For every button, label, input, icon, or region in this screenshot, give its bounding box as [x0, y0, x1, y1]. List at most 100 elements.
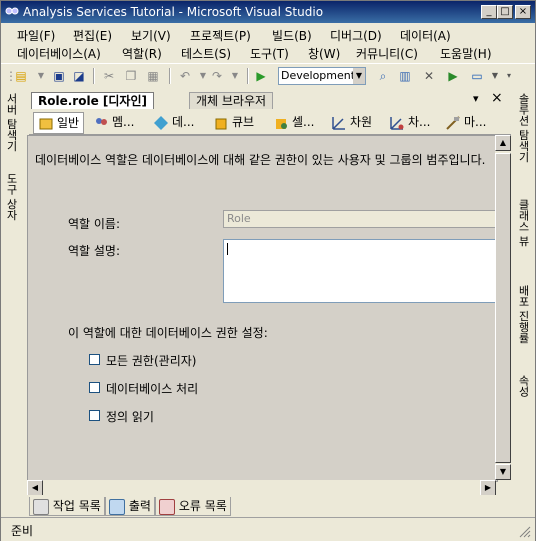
menu-bar: 파일(F) 편집(E) 보기(V) 프로젝트(P) 빌드(B) 디버그(D) 데…: [1, 23, 535, 63]
tab-general-label: 일반: [57, 116, 80, 130]
minimize-button[interactable]: _: [481, 5, 497, 19]
deployment-progress-tab[interactable]: 배포 진행률: [515, 285, 531, 344]
tab-dimensions-label: 차원: [350, 115, 373, 129]
tab-mining-structures[interactable]: 마...: [445, 112, 486, 132]
menu-project[interactable]: 프로젝트(P): [190, 27, 251, 44]
role-designer-tabs: 일반 멤... 데... 큐브 셀... 차원 차... 마...: [29, 110, 511, 135]
close-button[interactable]: ×: [515, 5, 531, 19]
full-control-checkbox[interactable]: [89, 354, 100, 365]
tab-task-list[interactable]: 작업 목록: [29, 497, 105, 516]
redo-dropdown-icon[interactable]: ▼: [227, 68, 243, 84]
full-control-label: 모든 권한(관리자): [106, 354, 197, 368]
properties-label: 속성: [517, 375, 530, 397]
tab-data-sources[interactable]: 데...: [153, 112, 194, 132]
command-window-icon[interactable]: ▭: [469, 68, 485, 84]
role-name-label: 역할 이름:: [68, 217, 121, 231]
scroll-left-icon[interactable]: ◀: [27, 480, 43, 496]
toolbox-tab[interactable]: 도구 상자: [3, 173, 19, 221]
configuration-value: Development: [281, 69, 356, 82]
read-definition-checkbox[interactable]: [89, 410, 100, 421]
data-source-icon: [153, 115, 169, 131]
horizontal-scrollbar[interactable]: ◀ ▶: [27, 480, 496, 496]
menu-build[interactable]: 빌드(B): [272, 27, 312, 44]
tab-cell-data[interactable]: 셀...: [273, 112, 314, 132]
server-explorer-tab[interactable]: 서버 탐색기: [3, 93, 19, 152]
menu-data[interactable]: 데이터(A): [400, 27, 451, 44]
title-bar[interactable]: Analysis Services Tutorial - Microsoft V…: [1, 1, 535, 23]
vertical-scrollbar[interactable]: ▲ ▼: [495, 135, 511, 480]
menu-test[interactable]: 테스트(S): [181, 45, 231, 62]
task-list-label: 작업 목록: [52, 499, 101, 513]
tab-dimension-data-label: 차...: [408, 115, 431, 129]
role-description-text: 데이터베이스 역할은 데이터베이스에 대해 같은 권한이 있는 사용자 및 그룹…: [35, 153, 486, 167]
toolbox-label: 도구 상자: [5, 173, 18, 221]
dimension-data-icon: [389, 115, 405, 131]
active-files-dropdown-icon[interactable]: ▾: [473, 92, 479, 105]
menu-window[interactable]: 창(W): [308, 45, 340, 62]
tab-object-browser[interactable]: 개체 브라우저: [189, 92, 274, 109]
solution-explorer-icon[interactable]: ▥: [397, 68, 413, 84]
find-in-files-icon[interactable]: ⌕: [375, 68, 391, 84]
general-icon: [38, 116, 54, 132]
error-list-icon: [159, 498, 175, 515]
scroll-up-icon[interactable]: ▲: [495, 135, 511, 151]
save-all-icon[interactable]: ◪: [71, 68, 87, 84]
resize-grip-icon[interactable]: [519, 526, 531, 538]
solution-explorer-tab[interactable]: 솔루션 탐색기: [515, 93, 531, 163]
menu-edit[interactable]: 편집(E): [73, 27, 112, 44]
tab-cubes[interactable]: 큐브: [213, 112, 254, 132]
scroll-down-icon[interactable]: ▼: [495, 464, 511, 480]
save-icon[interactable]: ▣: [51, 68, 67, 84]
tab-output[interactable]: 출력: [105, 497, 155, 516]
tab-general[interactable]: 일반: [33, 112, 85, 134]
class-view-tab[interactable]: 클래스 뷰: [515, 199, 531, 247]
vertical-scroll-thumb[interactable]: [495, 153, 511, 463]
cell-data-icon: [273, 115, 289, 131]
menu-help[interactable]: 도움말(H): [440, 45, 492, 62]
copy-icon[interactable]: ❐: [123, 68, 139, 84]
server-explorer-label: 서버 탐색기: [5, 93, 18, 152]
right-tool-strip: 솔루션 탐색기 클래스 뷰 배포 진행률 속성: [513, 89, 533, 429]
paste-icon[interactable]: ▦: [145, 68, 161, 84]
role-description-field[interactable]: [223, 239, 497, 303]
redo-icon[interactable]: ↷: [209, 68, 225, 84]
tab-role-design[interactable]: Role.role [디자인]: [31, 92, 154, 109]
toolbar-separator: [247, 68, 249, 84]
tab-membership[interactable]: 멤...: [93, 112, 134, 132]
status-text: 준비: [11, 524, 34, 538]
toolbox-tools-icon[interactable]: ✕: [421, 68, 437, 84]
dropdown-arrow-icon[interactable]: ▼: [33, 68, 49, 84]
start-debugging-icon[interactable]: ▶: [253, 68, 269, 84]
solution-explorer-label: 솔루션 탐색기: [517, 93, 530, 163]
menu-debug[interactable]: 디버그(D): [330, 27, 382, 44]
menu-database[interactable]: 데이터베이스(A): [17, 45, 101, 62]
cut-icon[interactable]: ✂: [101, 68, 117, 84]
maximize-button[interactable]: □: [497, 5, 513, 19]
cube-icon: [213, 115, 229, 131]
tab-dimension-data[interactable]: 차...: [389, 112, 430, 132]
undo-icon[interactable]: ↶: [177, 68, 193, 84]
menu-view[interactable]: 보기(V): [131, 27, 171, 44]
general-tab-pane: 데이터베이스 역할은 데이터베이스에 대해 같은 권한이 있는 사용자 및 그룹…: [27, 135, 498, 482]
new-project-icon[interactable]: ▤: [13, 68, 29, 84]
window-title: Analysis Services Tutorial - Microsoft V…: [23, 5, 324, 19]
deployment-progress-label: 배포 진행률: [517, 285, 530, 344]
tab-dimensions[interactable]: 차원: [331, 112, 372, 132]
close-document-icon[interactable]: ×: [491, 90, 503, 106]
start-page-icon[interactable]: ▶: [445, 68, 461, 84]
solution-configuration-select[interactable]: Development ▼: [278, 67, 366, 85]
menu-community[interactable]: 커뮤니티(C): [356, 45, 418, 62]
scroll-right-icon[interactable]: ▶: [480, 480, 496, 496]
menu-role[interactable]: 역할(R): [122, 45, 162, 62]
tab-membership-label: 멤...: [112, 115, 135, 129]
process-database-checkbox[interactable]: [89, 382, 100, 393]
toolbar-options-icon[interactable]: ▾: [501, 68, 517, 84]
menu-tools[interactable]: 도구(T): [250, 45, 289, 62]
menu-file[interactable]: 파일(F): [17, 27, 55, 44]
left-tool-strip: 서버 탐색기 도구 상자: [1, 89, 21, 249]
bottom-tool-tabs: 작업 목록 출력 오류 목록: [25, 495, 511, 517]
properties-tab[interactable]: 속성: [515, 375, 531, 397]
permissions-heading: 이 역할에 대한 데이터베이스 권한 설정:: [68, 326, 268, 340]
tab-error-list[interactable]: 오류 목록: [155, 497, 231, 516]
tab-cubes-label: 큐브: [232, 115, 255, 129]
